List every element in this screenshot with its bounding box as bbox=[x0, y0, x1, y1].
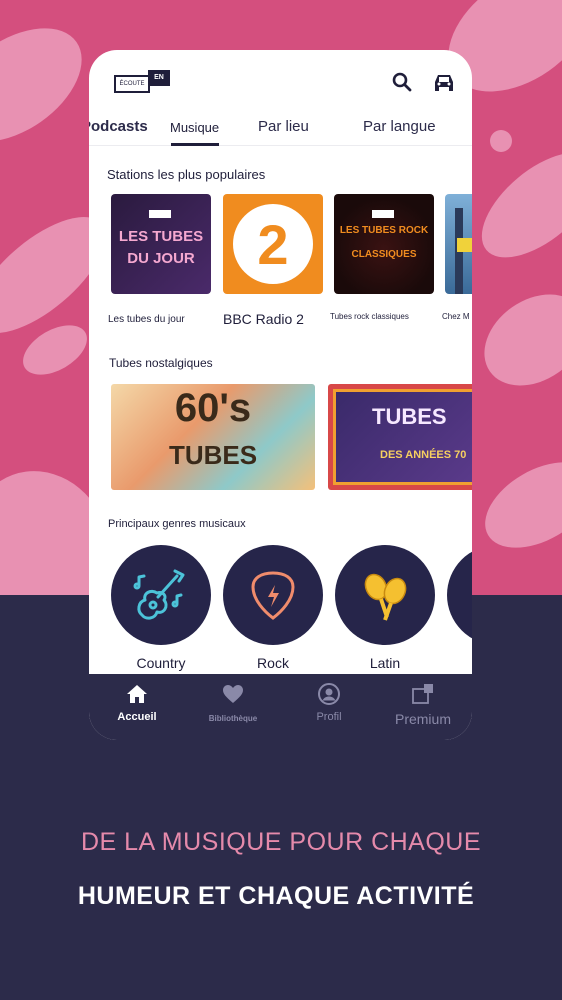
nav-label: Profil bbox=[316, 711, 342, 723]
genre-tile-country[interactable] bbox=[111, 545, 211, 645]
decorative-shape bbox=[463, 133, 562, 277]
genre-tile-latin[interactable] bbox=[335, 545, 435, 645]
nav-label: Premium bbox=[394, 711, 451, 727]
decorative-shape bbox=[14, 315, 96, 385]
category-tabs: Podcasts Musique Par lieu Par langue bbox=[89, 110, 472, 146]
search-icon[interactable] bbox=[390, 70, 414, 94]
genre-label: Latin bbox=[369, 655, 401, 671]
playlist-art-text: DES ANNÉES 70 bbox=[380, 449, 467, 461]
genre-tile-rock[interactable] bbox=[223, 545, 323, 645]
station-label: BBC Radio 2 bbox=[223, 311, 304, 327]
section-title-popular: Stations les plus populaires bbox=[107, 167, 266, 182]
decorative-shape bbox=[470, 444, 562, 566]
car-icon[interactable] bbox=[431, 70, 455, 94]
tab-par-lieu[interactable]: Par lieu bbox=[258, 118, 309, 135]
app-logo[interactable]: ÉCOUTE EN bbox=[114, 70, 172, 94]
station-art-text: LES TUBES ROCK bbox=[339, 225, 429, 236]
genre-tile-partial[interactable] bbox=[447, 545, 472, 645]
top-bar: ÉCOUTE EN bbox=[89, 50, 472, 110]
tab-podcasts[interactable]: Podcasts bbox=[89, 118, 148, 135]
nav-bibliotheque[interactable]: Bibliothèque bbox=[185, 674, 281, 740]
station-art-text: LES TUBES bbox=[118, 228, 204, 245]
yellow-strip bbox=[457, 238, 472, 252]
promo-headline-line1: DE LA MUSIQUE POUR CHAQUE bbox=[80, 828, 482, 856]
playlist-card[interactable]: 60's TUBES bbox=[111, 384, 315, 490]
section-title-genres: Principaux genres musicaux bbox=[108, 518, 246, 530]
playlist-card[interactable]: TUBES DES ANNÉES 70 bbox=[328, 384, 472, 490]
nav-label: Accueil bbox=[117, 711, 157, 723]
station-card[interactable]: 2 bbox=[223, 194, 323, 294]
nav-profil[interactable]: Profil bbox=[281, 674, 377, 740]
decorative-shape bbox=[467, 275, 562, 405]
nav-label: Bibliothèque bbox=[208, 714, 258, 723]
station-card[interactable] bbox=[445, 194, 472, 294]
logo-text: ÉCOUTE bbox=[114, 75, 150, 93]
station-label: Chez M bbox=[442, 312, 470, 321]
tunein-badge bbox=[149, 210, 171, 218]
station-art-text: DU JOUR bbox=[127, 250, 195, 267]
guitar-pick-icon bbox=[251, 571, 295, 620]
station-card[interactable]: LES TUBES ROCK CLASSIQUES bbox=[334, 194, 434, 294]
decorative-shape bbox=[490, 130, 512, 152]
nav-accueil[interactable]: Accueil bbox=[89, 674, 185, 740]
station-label: Tubes rock classiques bbox=[330, 312, 409, 321]
premium-icon bbox=[412, 684, 433, 704]
station-art-text: CLASSIQUES bbox=[351, 249, 417, 260]
section-title-nostalgic: Tubes nostalgiques bbox=[109, 356, 213, 370]
maracas-icon bbox=[364, 573, 407, 621]
tab-par-langue[interactable]: Par langue bbox=[363, 118, 436, 135]
profile-icon bbox=[318, 683, 340, 705]
genre-label: Country bbox=[136, 655, 186, 671]
bottom-navigation: Accueil Bibliothèque Profil Premium bbox=[89, 674, 472, 740]
logo-badge: EN bbox=[148, 70, 170, 86]
active-tab-indicator bbox=[171, 143, 219, 146]
station-card[interactable]: LES TUBES DU JOUR bbox=[111, 194, 211, 294]
phone-screen: ÉCOUTE EN Podcasts Musique Par lieu Par … bbox=[89, 50, 472, 740]
home-icon bbox=[127, 685, 147, 703]
guitar-icon bbox=[133, 569, 185, 620]
genre-label: Rock bbox=[257, 655, 289, 671]
decorative-shape bbox=[0, 5, 103, 165]
tunein-badge bbox=[372, 210, 394, 218]
promo-headline-line2: HUMEUR ET CHAQUE ACTIVITÉ bbox=[77, 882, 475, 910]
tab-musique[interactable]: Musique bbox=[170, 120, 219, 135]
playlist-art-text: TUBES bbox=[372, 404, 447, 429]
playlist-art-text: TUBES bbox=[168, 440, 258, 470]
station-label: Les tubes du jour bbox=[108, 314, 185, 325]
playlist-art-text: 60's bbox=[174, 386, 252, 430]
station-art-text: 2 bbox=[257, 213, 289, 276]
nav-premium[interactable]: Premium bbox=[375, 674, 471, 740]
heart-icon bbox=[223, 685, 243, 703]
